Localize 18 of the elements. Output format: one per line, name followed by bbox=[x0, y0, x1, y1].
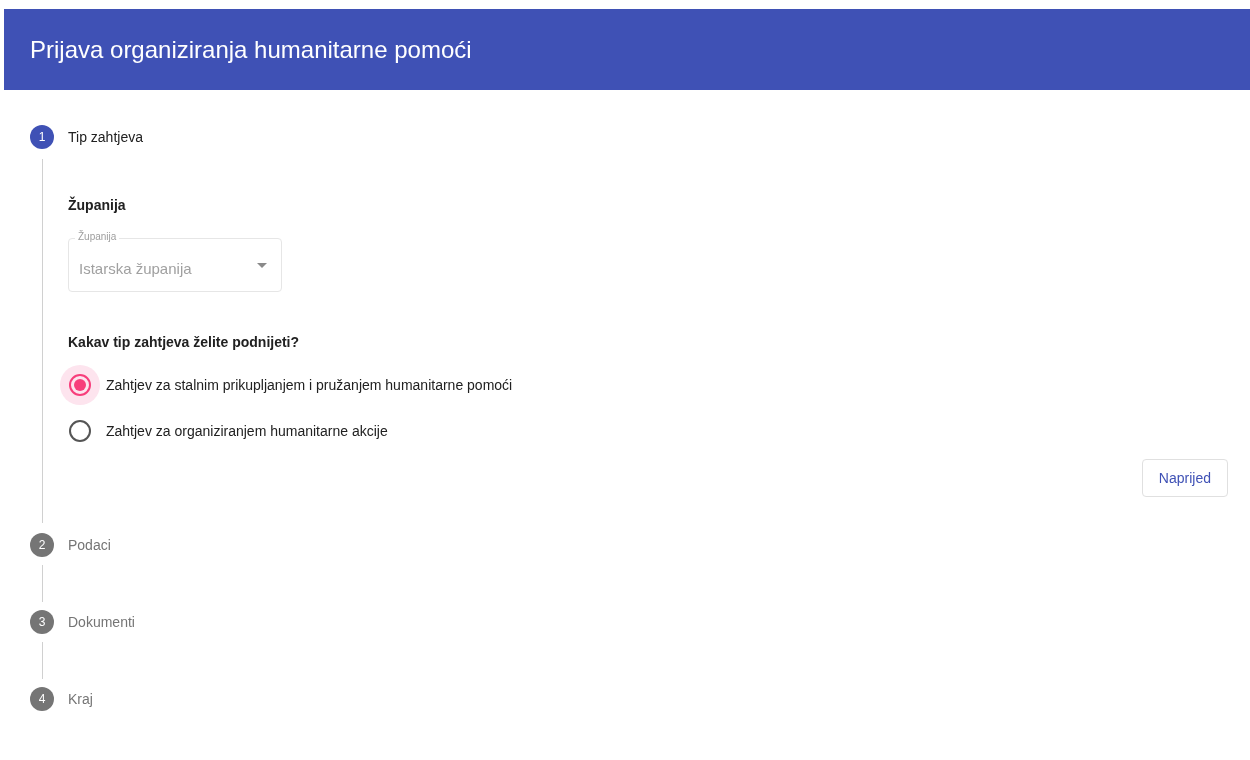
section-heading: Županija bbox=[68, 195, 127, 215]
step-label[interactable]: Tip zahtjeva bbox=[68, 126, 143, 148]
select-label: Županija bbox=[75, 230, 120, 244]
step-label[interactable]: Dokumenti bbox=[68, 611, 135, 633]
step-number: 4 bbox=[30, 687, 54, 711]
radio-button[interactable] bbox=[60, 365, 100, 405]
step-label[interactable]: Podaci bbox=[68, 534, 111, 556]
dropdown-caret-icon bbox=[257, 262, 267, 268]
next-button[interactable]: Naprijed bbox=[1141, 459, 1228, 497]
step-number: 2 bbox=[30, 533, 54, 557]
step-number: 3 bbox=[30, 610, 54, 634]
radio-label[interactable]: Zahtjev za stalnim prikupljanjem i pružanjem humanitarne pomoći bbox=[106, 374, 513, 396]
page-title: Prijava organiziranja humanitarne pomoći bbox=[30, 34, 472, 65]
radio-label[interactable]: Zahtjev za organiziranjem humanitarne akcije bbox=[106, 420, 388, 442]
select-value: Istarska županija bbox=[79, 258, 192, 279]
question-label: Kakav tip zahtjeva želite podnijeti? bbox=[68, 333, 301, 352]
step-number: 1 bbox=[30, 125, 54, 149]
step-label[interactable]: Kraj bbox=[68, 688, 93, 710]
